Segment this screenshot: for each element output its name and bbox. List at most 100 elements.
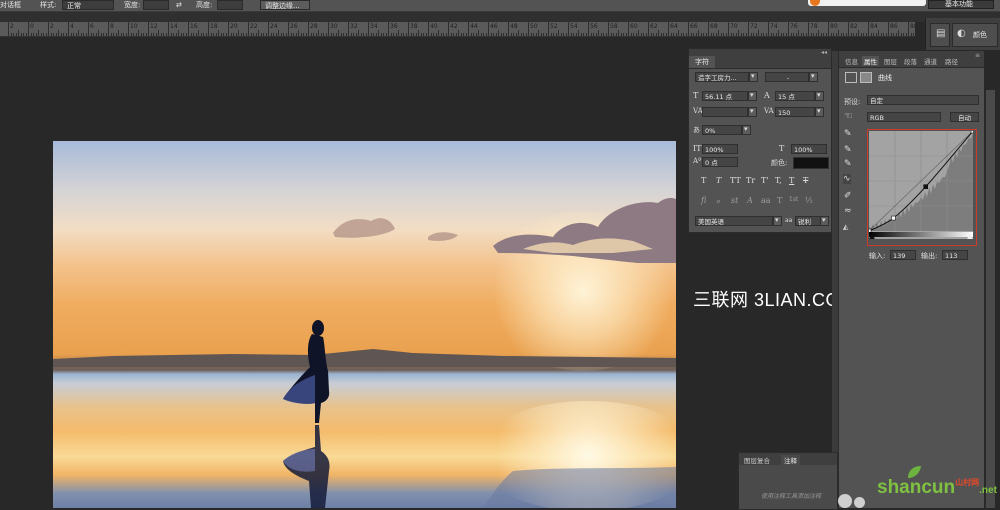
color-dock-button[interactable]: ◐ 颜色 <box>952 23 998 47</box>
workspace-button[interactable]: 基本功能 <box>928 0 994 9</box>
history-dock-button[interactable]: ▤ <box>930 23 950 47</box>
curve-control-point[interactable] <box>891 215 896 221</box>
swap-icon[interactable]: ⇄ <box>176 0 182 10</box>
faux-bold-button[interactable]: T <box>701 176 706 185</box>
ruler-tick <box>63 33 64 36</box>
curve-control-point[interactable] <box>970 131 973 134</box>
kerning-field[interactable] <box>702 107 748 117</box>
tab-paths[interactable]: 路径 <box>945 56 958 66</box>
ruler-tick <box>120 33 122 36</box>
properties-scrollbar[interactable] <box>985 90 995 508</box>
tab-character[interactable]: 字符 <box>689 56 715 68</box>
tab-channels[interactable]: 通道 <box>924 56 937 66</box>
curves-graph[interactable] <box>869 131 973 239</box>
horizontal-scale-field[interactable]: 100% <box>791 144 827 154</box>
tab-layers[interactable]: 图层 <box>884 56 897 66</box>
tab-layer-comps[interactable]: 图层复合 <box>741 455 773 465</box>
tab-paragraph[interactable]: 段落 <box>904 56 917 66</box>
fractions-button[interactable]: ½ <box>805 196 813 205</box>
antialias-field[interactable]: 锐利 <box>795 216 821 226</box>
pencil-curve-icon[interactable]: ✐ <box>844 191 852 201</box>
ruler-tick <box>623 33 624 36</box>
tracking-dropdown[interactable] <box>815 107 824 117</box>
auto-button[interactable]: 自动 <box>950 112 979 122</box>
ruler-tick <box>178 30 179 36</box>
ruler-label: 70 <box>730 23 738 30</box>
ruler-label: 4 <box>70 23 74 30</box>
smooth-curve-icon[interactable]: ≈ <box>844 206 852 216</box>
subscript-button[interactable]: T, <box>775 176 782 185</box>
panel-collapse-icon[interactable]: ◂◂ <box>821 49 827 56</box>
refine-edge-button[interactable]: 调整边缘... <box>260 0 310 10</box>
ruler-tick <box>640 33 642 36</box>
font-style-field[interactable]: - <box>765 72 809 82</box>
superscript-button[interactable]: T' <box>761 176 769 185</box>
font-size-field[interactable]: 56.11 点 <box>702 91 748 101</box>
ruler-tick <box>30 33 32 36</box>
ruler-tick <box>720 33 722 36</box>
ordinals-button[interactable]: 1st <box>789 196 798 203</box>
mask-icon[interactable] <box>860 72 872 83</box>
baseline-shift-field[interactable]: 0 点 <box>702 157 738 167</box>
preset-dropdown[interactable]: 自定 <box>867 95 979 105</box>
font-family-dropdown[interactable] <box>749 72 758 82</box>
ruler-tick <box>300 33 302 36</box>
black-eyedropper-icon[interactable]: ✎ <box>844 129 852 139</box>
curve-control-point[interactable] <box>923 184 928 189</box>
tsume-field[interactable]: 0% <box>702 125 742 135</box>
ruler-tick <box>753 33 754 36</box>
tab-info[interactable]: 信息 <box>845 56 858 66</box>
ruler-tick <box>400 33 402 36</box>
ruler-tick <box>238 30 239 36</box>
leading-dropdown[interactable] <box>815 91 824 101</box>
text-color-swatch[interactable] <box>793 157 829 169</box>
style-dropdown[interactable]: 正常 <box>62 0 114 10</box>
ligature-button[interactable]: fi <box>701 196 706 205</box>
vertical-scale-field[interactable]: 100% <box>702 144 738 154</box>
language-field[interactable]: 美国英语 <box>695 216 773 226</box>
stylistic-alt-button[interactable]: aa <box>761 196 771 205</box>
ruler-tick <box>558 30 559 36</box>
faux-italic-button[interactable]: T <box>716 176 721 185</box>
antialias-dropdown[interactable] <box>820 216 829 226</box>
text-style-buttons: T T TT Tr T' T, T T <box>701 176 821 188</box>
swash-button[interactable]: A <box>747 196 753 205</box>
font-style-dropdown[interactable] <box>809 72 818 82</box>
contextual-alt-button[interactable]: ℴ <box>716 196 720 205</box>
underline-button[interactable]: T <box>789 176 794 185</box>
language-dropdown[interactable] <box>773 216 782 226</box>
width-input[interactable] <box>143 0 169 10</box>
small-caps-button[interactable]: Tr <box>746 176 755 185</box>
white-eyedropper-icon[interactable]: ✎ <box>844 159 852 169</box>
clipping-warning-icon[interactable]: ◭ <box>843 223 848 231</box>
height-input[interactable] <box>217 0 243 10</box>
input-field[interactable]: 139 <box>890 250 916 260</box>
ruler-tick <box>175 33 177 36</box>
channel-dropdown[interactable]: RGB <box>867 112 941 122</box>
ruler-tick <box>495 33 497 36</box>
options-left-text: 对话框 <box>0 1 21 9</box>
tsume-dropdown[interactable] <box>742 125 751 135</box>
tab-properties[interactable]: 属性 <box>862 56 879 66</box>
font-size-dropdown[interactable] <box>748 91 757 101</box>
tracking-field[interactable]: 150 <box>775 107 815 117</box>
output-field[interactable]: 113 <box>942 250 968 260</box>
gray-eyedropper-icon[interactable]: ✎ <box>844 145 852 155</box>
font-family-field[interactable]: 造字工房力... <box>695 72 749 82</box>
leading-field[interactable]: 15 点 <box>775 91 815 101</box>
strikethrough-button[interactable]: T <box>803 176 808 185</box>
discretionary-ligature-button[interactable]: st <box>731 196 738 205</box>
panel-menu-icon[interactable]: ≡ <box>975 52 980 59</box>
kerning-dropdown[interactable] <box>748 107 757 117</box>
titling-alt-button[interactable]: T <box>777 196 782 205</box>
ruler-label: 58 <box>610 23 618 30</box>
target-adjust-icon[interactable]: ☜ <box>844 111 853 122</box>
edit-points-icon[interactable]: ∿ <box>843 174 851 184</box>
all-caps-button[interactable]: TT <box>730 176 741 185</box>
canvas-image[interactable] <box>53 141 676 508</box>
ruler-tick <box>15 33 17 36</box>
ruler-tick <box>750 33 752 36</box>
tab-notes[interactable]: 注释 <box>781 455 800 465</box>
ruler-tick <box>350 33 352 36</box>
ruler-tick <box>333 33 334 36</box>
